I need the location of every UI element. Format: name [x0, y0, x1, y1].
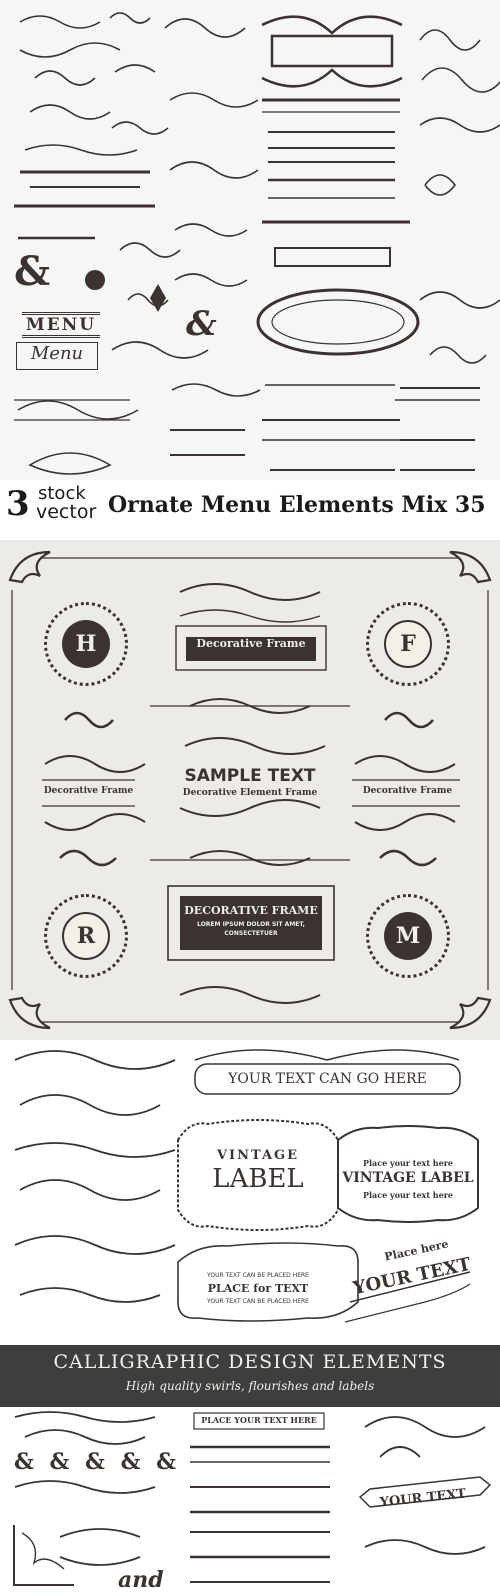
calligraphic-elements-panel: & & & & & PLACE YOUR TEXT HERE YOUR TEXT…: [0, 1407, 500, 1595]
ampersand-row: & & & & &: [14, 1449, 180, 1475]
tiny-text-bottom: YOUR TEXT CAN BE PLACED HERE: [207, 1298, 309, 1305]
tiny-text-top: YOUR TEXT CAN BE PLACED HERE: [207, 1272, 309, 1279]
place-for-text: PLACE for TEXT: [207, 1282, 309, 1295]
frame-label-top: Decorative Frame: [186, 637, 316, 661]
ornament-sheet-flourishes: [14, 12, 500, 475]
ornament-sheet-panel: & & MENU Menu: [0, 0, 500, 480]
place-text-small-2: Place your text here: [362, 1190, 454, 1200]
ampersand-ornament: &: [14, 248, 51, 295]
monogram-f: F: [384, 620, 432, 668]
decorative-frame-panel: H F R M Decorative Frame Decorative Fram…: [0, 540, 500, 1040]
and-word: and: [118, 1567, 164, 1593]
vintage-label-2: VINTAGE LABEL: [342, 1170, 474, 1186]
frame-label-right: Decorative Frame: [362, 786, 453, 796]
frame-bottom-line1: LOREM IPSUM DOLOR SIT AMET,: [197, 921, 305, 928]
your-text-banner: YOUR TEXT CAN GO HERE: [228, 1071, 427, 1087]
calligraphic-title-band: CALLIGRAPHIC DESIGN ELEMENTS High qualit…: [0, 1345, 500, 1407]
banner-title: Ornate Menu Elements Mix 35: [108, 492, 486, 518]
calligraphic-title: CALLIGRAPHIC DESIGN ELEMENTS: [53, 1351, 447, 1373]
vintage-label-panel: YOUR TEXT CAN GO HERE VINTAGE LABEL Plac…: [0, 1040, 500, 1345]
vintage-word: VINTAGE: [216, 1148, 300, 1163]
place-your-text: PLACE YOUR TEXT HERE: [201, 1415, 317, 1425]
label-word: LABEL: [212, 1164, 304, 1194]
menu-script-label: Menu: [16, 342, 98, 370]
monogram-h: H: [62, 620, 110, 668]
calligraphic-subtitle: High quality swirls, flourishes and labe…: [125, 1379, 375, 1393]
frame-bottom-title: DECORATIVE FRAME: [184, 904, 318, 917]
sample-subtitle: Decorative Element Frame: [182, 788, 318, 798]
place-text-small-1: Place your text here: [362, 1158, 454, 1168]
brand-number: 3: [6, 484, 30, 524]
frame-bottom-line2: CONSECTETUER: [224, 930, 278, 937]
title-banner: 3 stock vector Ornate Menu Elements Mix …: [0, 480, 500, 540]
monogram-r: R: [62, 912, 110, 960]
brand-word-vector: vector: [36, 501, 97, 523]
menu-badge: MENU: [22, 312, 100, 338]
monogram-m: M: [384, 912, 432, 960]
sample-title: SAMPLE TEXT: [184, 766, 316, 786]
frame-label-left: Decorative Frame: [43, 786, 134, 796]
ampersand-ornament: &: [186, 304, 217, 344]
